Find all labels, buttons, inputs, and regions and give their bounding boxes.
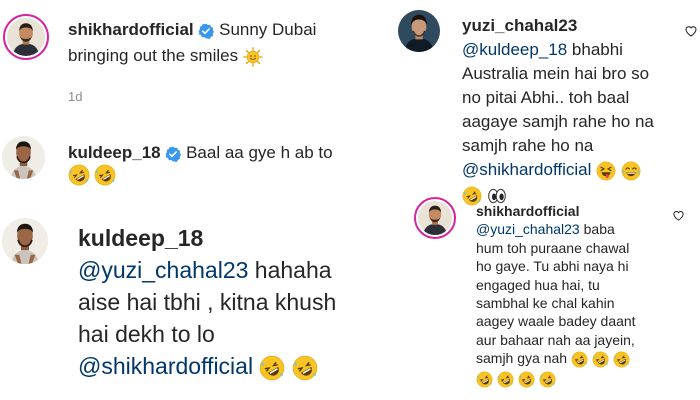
post-author-avatar[interactable] [3,14,49,60]
sun-emoji-icon [243,47,263,67]
comment-text: aur bahaar nah aa jayein, [476,331,635,348]
post-author-username[interactable]: shikhardofficial [68,20,194,39]
commenter-avatar[interactable] [2,218,48,264]
commenter-avatar[interactable] [398,10,440,52]
rofl-emoji-icon [292,355,318,381]
rofl-emoji-icon [613,351,630,368]
heart-outline-icon[interactable] [684,24,698,38]
comment-text: Australia mein hai bro so [462,64,650,83]
rofl-emoji-icon [68,164,90,186]
comment-text: sambhal ke chal kahin [476,295,615,312]
mention-link[interactable]: @yuzi_chahal23 [78,257,248,283]
post-caption-line2: bringing out the smiles [68,46,263,67]
comment-text: aagey waale badey daant [476,313,636,330]
rofl-emoji-icon [497,371,514,388]
rofl-emoji-icon [571,351,588,368]
comment-text: hahaha [254,257,332,283]
comment-text: samjh gya nah [476,350,568,367]
comment-text: ho gaye. Tu abhi naya hi [476,258,629,275]
mention-link[interactable]: @shikhardofficial [462,160,591,179]
commenter-avatar[interactable] [2,136,45,179]
avatar-image [2,218,48,264]
avatar-image [398,10,440,52]
comment-username[interactable]: kuldeep_18 [68,143,161,162]
post-timestamp[interactable]: 1d [68,89,82,104]
comment-emoji-row [68,164,116,186]
comment-username[interactable]: shikhardofficial [476,202,636,220]
comment-text: aise hai tbhi , kitna khush [78,289,337,315]
rofl-emoji-icon [539,371,556,388]
reply-block: shikhardofficial @yuzi_chahal23 baba hum… [476,202,636,388]
avatar-image [418,201,452,235]
squinting-tongue-emoji-icon [596,161,616,181]
avatar-image [2,136,45,179]
avatar-image [7,18,45,56]
comment-text: engaged hua hai, tu [476,276,600,293]
rofl-emoji-icon [592,351,609,368]
rofl-emoji-icon [94,164,116,186]
comment-block: yuzi_chahal23 @kuldeep_18 bhabhi Austral… [462,14,654,207]
verified-badge-icon [165,146,181,162]
comment-line: kuldeep_18 Baal aa gye h ab to [68,143,333,163]
mention-link[interactable]: @kuldeep_18 [462,40,567,59]
rofl-emoji-icon [476,371,493,388]
rofl-emoji-icon [518,371,535,388]
comment-text: no pitai Abhi.. toh baal [462,88,630,107]
comment-text: hum toh puraane chawal [476,239,630,256]
comment-text: baba [583,221,615,238]
comment-text: hai dekh to lo [78,321,215,347]
comment-text: aagaye samjh rahe ho na [462,112,654,131]
comment-text: samjh rahe ho na [462,136,594,155]
post-caption-text-2: bringing out the smiles [68,46,239,65]
reply-author-avatar[interactable] [414,197,456,239]
joy-emoji-icon [621,161,641,181]
comment-text: Baal aa gye h ab to [186,143,333,162]
rofl-emoji-icon [259,355,285,381]
verified-badge-icon [198,23,214,39]
mention-link[interactable]: @yuzi_chahal23 [476,221,580,237]
heart-outline-icon[interactable] [672,209,685,222]
comment-username[interactable]: kuldeep_18 [78,222,336,254]
mention-link[interactable]: @shikhardofficial [78,353,253,379]
comment-username[interactable]: yuzi_chahal23 [462,14,654,38]
post-caption-line1: shikhardofficial Sunny Dubai [68,20,316,40]
comment-text: bhabhi [571,40,623,59]
reply-comment: kuldeep_18 @yuzi_chahal23 hahaha aise ha… [78,222,336,382]
post-caption-text: Sunny Dubai [219,20,317,39]
